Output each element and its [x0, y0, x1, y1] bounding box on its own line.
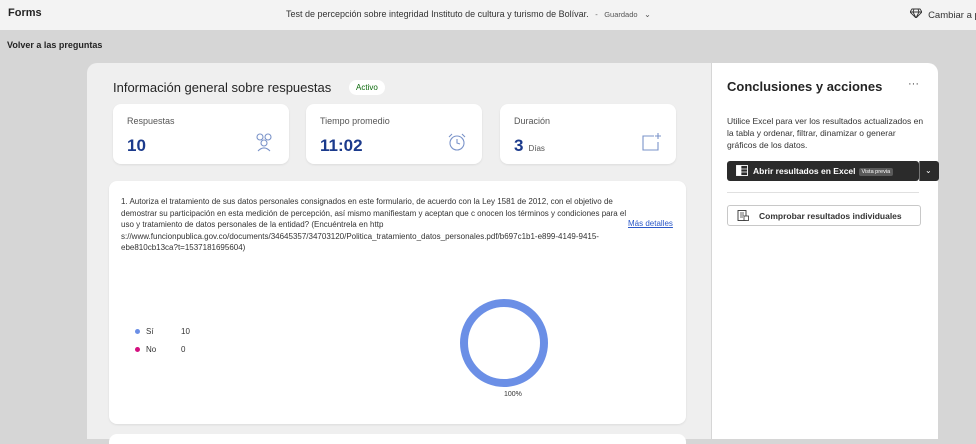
stat-value: 3 Días	[514, 136, 545, 155]
switch-label: Cambiar a p	[928, 10, 976, 21]
chevron-down-icon: ⌄	[925, 166, 932, 175]
legend-count: 10	[181, 327, 190, 336]
check-individual-results-button[interactable]: Comprobar resultados individuales	[727, 205, 921, 226]
diamond-icon	[909, 8, 925, 21]
form-title-area[interactable]: Test de percepción sobre integridad Inst…	[286, 9, 651, 19]
legend-dot	[135, 329, 140, 334]
donut-percent-label: 100%	[504, 391, 522, 398]
form-title: Test de percepción sobre integridad Inst…	[286, 9, 589, 19]
stat-label: Tiempo promedio	[320, 116, 390, 126]
switch-account-button[interactable]: Cambiar a p	[909, 8, 976, 21]
calendar-add-icon	[640, 132, 662, 157]
top-bar: Forms Test de percepción sobre integrida…	[0, 0, 976, 30]
more-details-link[interactable]: Más detalles	[628, 219, 673, 228]
donut-slice-0	[460, 299, 548, 387]
people-icon	[253, 132, 275, 157]
panel-title: Conclusiones y acciones	[727, 79, 883, 94]
preview-badge: Vista previa	[858, 168, 894, 176]
panel-description: Utilice Excel para ver los resultados ac…	[727, 116, 924, 150]
excel-options-dropdown[interactable]: ⌄	[919, 161, 939, 181]
stat-value: 11:02	[320, 136, 363, 155]
section-title: Información general sobre respuestas	[113, 80, 332, 95]
excel-icon	[736, 165, 748, 178]
alarm-clock-icon	[446, 132, 468, 157]
legend-dot	[135, 347, 140, 352]
next-question-card	[109, 434, 686, 444]
document-list-icon	[737, 210, 749, 223]
app-name[interactable]: Forms	[8, 7, 42, 19]
legend-label: No	[146, 345, 157, 354]
stat-card-average-time: Tiempo promedio 11:02	[306, 104, 482, 164]
legend-label: Sí	[146, 327, 154, 336]
open-in-excel-button[interactable]: Abrir resultados en Excel Vista previa	[727, 161, 919, 181]
separator: -	[595, 10, 598, 19]
insights-panel: Conclusiones y acciones ··· Utilice Exce…	[712, 63, 939, 439]
back-to-questions-link[interactable]: Volver a las preguntas	[7, 40, 102, 50]
divider	[727, 192, 919, 193]
question-result-card: 1. Autoriza el tratamiento de sus datos …	[109, 181, 686, 424]
stat-card-duration: Duración 3 Días	[500, 104, 676, 164]
save-status: Guardado	[604, 10, 638, 19]
stat-unit: Días	[528, 144, 545, 153]
status-badge: Activo	[349, 80, 385, 95]
donut-chart	[460, 299, 548, 387]
stat-label: Respuestas	[127, 116, 175, 126]
check-results-label: Comprobar resultados individuales	[759, 211, 902, 221]
chevron-down-icon[interactable]: ⌄	[644, 10, 651, 19]
open-in-excel-label: Abrir resultados en Excel Vista previa	[753, 166, 894, 176]
legend-count: 0	[181, 345, 186, 354]
stat-label: Duración	[514, 116, 551, 126]
stat-value: 10	[127, 136, 146, 155]
stat-card-responses: Respuestas 10	[113, 104, 289, 164]
more-options-icon[interactable]: ···	[908, 78, 919, 90]
question-text: 1. Autoriza el tratamiento de sus datos …	[121, 197, 627, 252]
